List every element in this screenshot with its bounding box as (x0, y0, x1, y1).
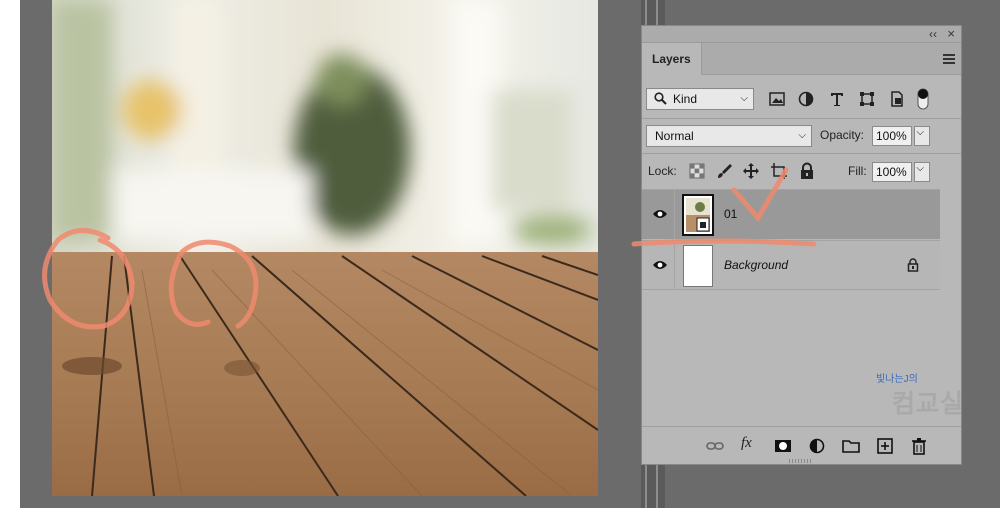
layer-mask-icon[interactable] (774, 437, 792, 455)
fill-label: Fill: (848, 164, 867, 178)
filter-kind-label: Kind (673, 92, 698, 106)
smart-object-filter-icon[interactable] (888, 90, 906, 108)
canvas-image (52, 0, 598, 496)
layer-lock-icon[interactable] (906, 258, 920, 272)
layers-panel: ‹‹ × Layers Kind ⌵ Normal ⌵ Opacity: 100… (641, 25, 962, 465)
opacity-input[interactable]: 100% (872, 126, 912, 146)
panel-footer: fx (642, 426, 961, 464)
lock-transparent-pixels-icon[interactable] (688, 162, 706, 180)
fill-input[interactable]: 100% (872, 162, 912, 182)
shape-filter-icon[interactable] (858, 90, 876, 108)
panel-title-bar[interactable]: ‹‹ × (642, 26, 961, 43)
image-filter-icon[interactable] (768, 90, 786, 108)
chevron-down-icon: ⌵ (916, 127, 924, 138)
type-filter-icon[interactable] (828, 90, 846, 108)
filter-row: Kind ⌵ (642, 77, 961, 115)
filter-kind-select[interactable]: Kind ⌵ (646, 88, 754, 110)
new-layer-icon[interactable] (876, 437, 894, 455)
photoshop-workspace: ‹‹ × Layers Kind ⌵ Normal ⌵ Opacity: 100… (0, 0, 1000, 508)
fill-slider-toggle[interactable]: ⌵ (914, 162, 930, 182)
document-canvas[interactable] (52, 0, 598, 496)
search-icon (654, 92, 667, 105)
chevron-down-icon: ⌵ (916, 163, 924, 174)
lock-position-icon[interactable] (742, 162, 760, 180)
layer-thumbnail (682, 194, 714, 236)
tab-layers[interactable]: Layers (642, 43, 702, 75)
layer-name[interactable]: Background (724, 258, 788, 272)
eye-separator (674, 190, 675, 239)
layer-row-background[interactable]: Background (642, 240, 940, 290)
filter-toggle-icon[interactable] (916, 87, 930, 111)
adjustment-layer-icon[interactable] (808, 437, 826, 455)
lock-all-icon[interactable] (798, 162, 816, 180)
panel-menu-icon[interactable] (943, 54, 955, 64)
link-layers-icon[interactable] (706, 437, 724, 455)
blend-mode-value: Normal (655, 129, 694, 143)
lock-image-pixels-icon[interactable] (716, 162, 734, 180)
layer-row-01[interactable]: 01 (642, 189, 940, 239)
panel-resize-grip[interactable] (789, 459, 813, 463)
lock-row: Lock: Fill: 100% ⌵ (642, 153, 961, 189)
opacity-slider-toggle[interactable]: ⌵ (914, 126, 930, 146)
close-icon[interactable]: × (947, 26, 955, 41)
chevron-down-icon: ⌵ (740, 93, 748, 104)
visibility-eye-icon[interactable] (652, 259, 668, 271)
visibility-eye-icon[interactable] (652, 208, 668, 220)
blend-mode-select[interactable]: Normal ⌵ (646, 125, 812, 147)
group-folder-icon[interactable] (842, 437, 860, 455)
lock-artboard-icon[interactable] (770, 162, 788, 180)
chevron-down-icon: ⌵ (798, 130, 806, 141)
thumbnail-image (686, 198, 710, 232)
layer-style-icon[interactable]: fx (741, 435, 752, 452)
lock-label: Lock: (648, 164, 677, 178)
eye-separator (674, 241, 675, 289)
delete-trash-icon[interactable] (910, 437, 928, 455)
layer-thumbnail (683, 245, 713, 287)
adjustment-filter-icon[interactable] (797, 90, 815, 108)
blend-row: Normal ⌵ Opacity: 100% ⌵ (642, 118, 961, 150)
opacity-label: Opacity: (820, 128, 865, 142)
panel-tabbar: Layers (642, 43, 961, 75)
layer-name[interactable]: 01 (724, 207, 737, 221)
collapse-icon[interactable]: ‹‹ (929, 27, 937, 41)
